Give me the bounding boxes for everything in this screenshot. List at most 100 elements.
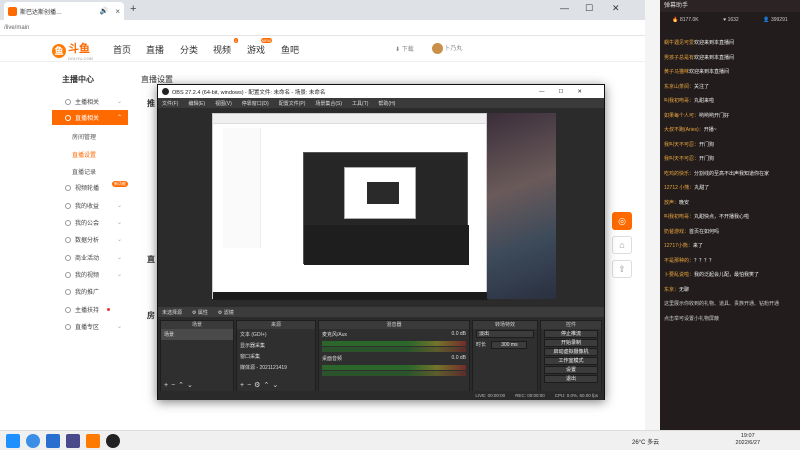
- username[interactable]: 卜乃丸: [444, 46, 462, 52]
- sidebar-item-zone[interactable]: 直播专区 ⌄: [52, 319, 128, 334]
- source-item[interactable]: 窗口采集: [237, 351, 315, 362]
- mixer-slider[interactable]: [322, 347, 466, 352]
- sidebar-item-income[interactable]: 我的收益 ⌄: [52, 198, 128, 213]
- clock[interactable]: 19:07 2022/6/27: [736, 433, 760, 447]
- obs-menu-view[interactable]: 视图(V): [215, 100, 232, 107]
- danmu-username[interactable]: 我叫天不可忍：: [664, 156, 699, 162]
- mixer-channel: 桌面音频 0.0 dB: [319, 353, 469, 364]
- home-float-icon[interactable]: ⌂: [612, 236, 632, 254]
- avatar[interactable]: [431, 43, 443, 54]
- danmu-username[interactable]: 东京：: [664, 287, 679, 293]
- obs-menu-scene-collection[interactable]: 场景集合(S): [315, 100, 342, 107]
- properties-button[interactable]: ⚙ 属性: [192, 309, 208, 316]
- sidebar-item-videos[interactable]: 我的视频 ⌄: [52, 267, 128, 282]
- danmu-username[interactable]: 奶爸游戏：: [664, 229, 689, 235]
- sources-dock-toolbar[interactable]: +−⚙⌃⌄: [240, 381, 281, 389]
- anchor-float-icon[interactable]: ◎: [612, 212, 632, 230]
- source-item[interactable]: 媒体源 - 2021121419: [237, 362, 315, 373]
- nav-fishbar[interactable]: 鱼吧: [281, 43, 299, 56]
- obs-menu-help[interactable]: 帮助(H): [378, 100, 395, 107]
- danmu-username[interactable]: 放声：: [664, 200, 679, 206]
- obs-window-controls[interactable]: —☐✕: [539, 89, 596, 95]
- nav-game-label[interactable]: 游戏: [247, 45, 265, 55]
- danmu-username[interactable]: 12712 小熊：: [664, 185, 694, 191]
- nav-category[interactable]: 分类: [180, 43, 198, 56]
- obs-preview-canvas[interactable]: [212, 113, 556, 300]
- danmu-username[interactable]: 如果每个人可：: [664, 113, 699, 119]
- obs-menu-profile[interactable]: 配置文件(P): [279, 100, 306, 107]
- filters-button[interactable]: ⚙ 滤镜: [218, 309, 234, 316]
- stop-streaming-button[interactable]: 停止推流: [544, 330, 598, 338]
- close-button[interactable]: ✕: [612, 3, 620, 14]
- address-text[interactable]: /live/main: [4, 25, 29, 31]
- edge-icon[interactable]: [26, 434, 40, 448]
- nav-live[interactable]: 直播: [146, 43, 164, 56]
- sidebar-sub-records[interactable]: 直播记录: [72, 167, 96, 176]
- store-icon[interactable]: [46, 434, 60, 448]
- danmu-username[interactable]: 卜要乱说啦：: [664, 272, 694, 278]
- app-icon[interactable]: [66, 434, 80, 448]
- restore-button[interactable]: ☐: [585, 3, 593, 14]
- transition-select[interactable]: 淡出: [476, 330, 534, 338]
- weather-widget[interactable]: 26°C 多云: [632, 437, 659, 446]
- sidebar-item-guild[interactable]: 我的公会 ⌄: [52, 215, 128, 230]
- danmu-message: 叫我初吻哥：丸甜来啦: [664, 98, 796, 105]
- logo-subtext: DOUYU.COM: [68, 56, 93, 61]
- scenes-dock-toolbar[interactable]: +−⌃⌄: [164, 381, 196, 389]
- stat-fans-value: 1632: [727, 17, 739, 23]
- sidebar-item-data[interactable]: 数据分析 ⌄: [52, 232, 128, 247]
- mixer-slider[interactable]: [322, 371, 466, 376]
- obs-taskbar-icon[interactable]: [106, 434, 120, 448]
- danmu-username[interactable]: 12717小熊：: [664, 243, 693, 249]
- sidebar-item-business[interactable]: 商业活动 ⌄: [52, 250, 128, 265]
- studio-mode-button[interactable]: 工作室模式: [544, 357, 598, 365]
- source-item[interactable]: 文本 (GDI+): [237, 329, 315, 340]
- obs-menu-file[interactable]: 文件(F): [162, 100, 178, 107]
- start-recording-button[interactable]: 开始录制: [544, 339, 598, 347]
- danmu-username[interactable]: 叫我初吻哥：: [664, 98, 694, 104]
- duration-input[interactable]: 300 ms: [491, 341, 528, 349]
- nav-video-label[interactable]: 视频: [213, 45, 231, 55]
- tab-close-icon[interactable]: ×: [115, 7, 120, 16]
- obs-menu-edit[interactable]: 编辑(E): [188, 100, 205, 107]
- nav-video[interactable]: 视频 1: [213, 38, 239, 56]
- sidebar-item-anchor[interactable]: 主播相关 ⌄: [52, 94, 128, 109]
- minimize-button[interactable]: —: [560, 3, 569, 13]
- danmu-username[interactable]: 大叔不跑(Aries)：: [664, 127, 704, 133]
- obs-menu-docks[interactable]: 停靠窗口(D): [242, 100, 269, 107]
- sidebar-item-live[interactable]: 直播相关 ⌃: [52, 110, 128, 125]
- danmu-username[interactable]: 蜗牛遇见可爱: [664, 40, 694, 46]
- sidebar-item-promotion[interactable]: 我的推广: [52, 284, 128, 299]
- windows-start-icon[interactable]: [6, 434, 20, 448]
- danmu-username[interactable]: 男孩子总是有: [664, 55, 694, 61]
- douyu-logo[interactable]: 鱼 斗鱼 DOUYU.COM: [52, 40, 93, 61]
- settings-button[interactable]: 设置: [544, 366, 598, 374]
- danmu-username[interactable]: 叫我初吻哥：: [664, 214, 694, 220]
- nav-game[interactable]: 游戏 NEW: [247, 38, 273, 56]
- scene-item[interactable]: 场景: [161, 329, 233, 340]
- source-item[interactable]: 显示器采集: [237, 340, 315, 351]
- download-label[interactable]: 下载: [402, 47, 414, 53]
- exit-button[interactable]: 退出: [544, 375, 598, 383]
- download-link[interactable]: ⬇ 下载: [395, 44, 414, 53]
- browser-tab[interactable]: 斯巴达斯创播… 🔊 ×: [4, 2, 124, 20]
- new-tab-button[interactable]: +: [130, 3, 136, 15]
- share-float-icon[interactable]: ⇪: [612, 260, 632, 278]
- sidebar-item-support[interactable]: 主播扶持: [52, 302, 128, 317]
- danmu-username[interactable]: 我叫天不可忍：: [664, 142, 699, 148]
- danmu-username[interactable]: 东京山茶阅：: [664, 84, 694, 90]
- speaker-icon[interactable]: 🔊: [100, 7, 109, 15]
- address-bar[interactable]: /live/main: [0, 20, 645, 36]
- sidebar-sub-settings[interactable]: 直播设置: [72, 150, 96, 159]
- danmu-username[interactable]: 不是那种的：: [664, 258, 694, 264]
- douyu-taskbar-icon[interactable]: [86, 434, 100, 448]
- danmu-username[interactable]: 黄子马猫咪: [664, 69, 689, 75]
- danmu-message: 大叔不跑(Aries)：开播~: [664, 127, 796, 134]
- virtual-camera-button[interactable]: 启动虚拟摄像机: [544, 348, 598, 356]
- obs-menu-tools[interactable]: 工具(T): [352, 100, 368, 107]
- sidebar-item-label: 视频轮播: [75, 186, 100, 192]
- nav-home[interactable]: 首页: [113, 43, 131, 56]
- danmu-username[interactable]: 吃鸡的快乐：: [664, 171, 694, 177]
- sidebar-sub-room[interactable]: 房间管理: [72, 132, 96, 141]
- user-menu[interactable]: 卜乃丸: [431, 43, 462, 54]
